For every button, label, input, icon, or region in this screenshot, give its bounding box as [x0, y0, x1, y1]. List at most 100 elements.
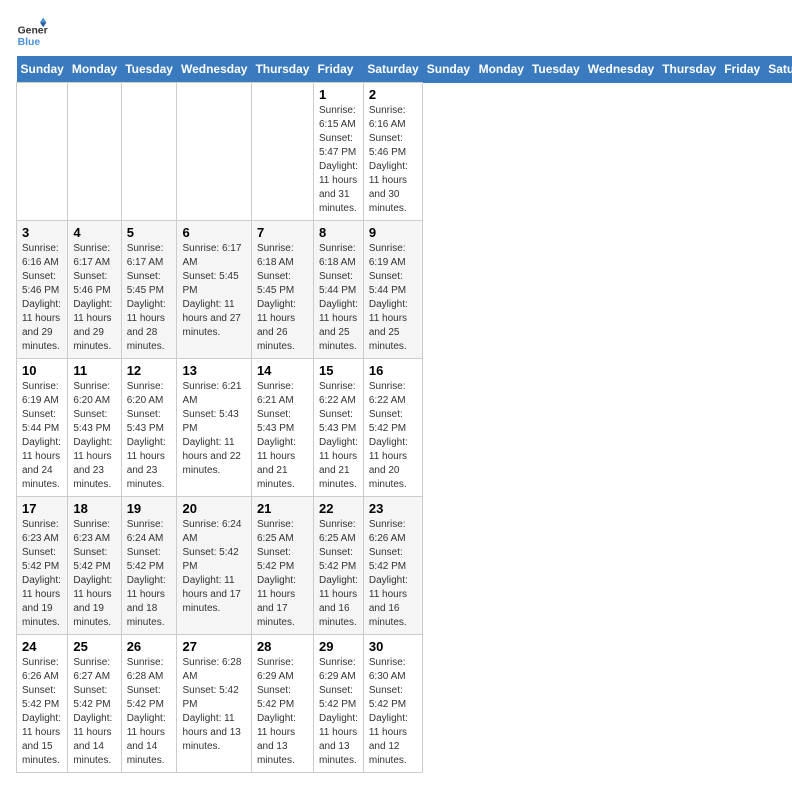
calendar-table: SundayMondayTuesdayWednesdayThursdayFrid… — [16, 56, 792, 773]
calendar-cell: 27Sunrise: 6:28 AM Sunset: 5:42 PM Dayli… — [177, 635, 251, 773]
calendar-cell: 4 Sunrise: 6:17 AM Sunset: 5:46 PM Daylig… — [68, 221, 121, 359]
day-number: 30 — [369, 639, 417, 654]
day-number: 4 — [73, 225, 115, 240]
day-number: 27 — [182, 639, 245, 654]
day-number: 2 — [369, 87, 417, 102]
calendar-cell — [251, 83, 313, 221]
calendar-cell: 1Sunrise: 6:15 AM Sunset: 5:47 PM Daylig… — [313, 83, 363, 221]
calendar-cell — [121, 83, 177, 221]
calendar-cell: 28 Sunrise: 6:29 AM Sunset: 5:42 PM Dayli… — [251, 635, 313, 773]
day-info: Sunrise: 6:18 AM Sunset: 5:45 PM Dayligh… — [257, 242, 308, 354]
week-row-2: 3Sunrise: 6:16 AM Sunset: 5:46 PM Daylig… — [17, 221, 792, 359]
col-header-sunday: Sunday — [17, 56, 68, 83]
day-info: Sunrise: 6:22 AM Sunset: 5:42 PM Dayligh… — [369, 380, 417, 492]
calendar-cell: 17 Sunrise: 6:23 AM Sunset: 5:42 PM Dayli… — [17, 497, 68, 635]
day-info: Sunrise: 6:16 AM Sunset: 5:46 PM Dayligh… — [369, 104, 417, 216]
day-info: Sunrise: 6:17 AM Sunset: 5:46 PM Dayligh… — [73, 242, 115, 354]
calendar-cell: 10 Sunrise: 6:19 AM Sunset: 5:44 PM Dayli… — [17, 359, 68, 497]
calendar-cell: 8Sunrise: 6:18 AM Sunset: 5:44 PM Daylig… — [313, 221, 363, 359]
day-info: Sunrise: 6:21 AM Sunset: 5:43 PM Dayligh… — [182, 380, 245, 478]
col-header-saturday: Saturday — [764, 56, 792, 83]
calendar-cell: 26 Sunrise: 6:28 AM Sunset: 5:42 PM Dayli… — [121, 635, 177, 773]
col-header-wednesday: Wednesday — [177, 56, 251, 83]
day-number: 14 — [257, 363, 308, 378]
calendar-cell — [17, 83, 68, 221]
week-row-1: 1Sunrise: 6:15 AM Sunset: 5:47 PM Daylig… — [17, 83, 792, 221]
week-row-3: 10 Sunrise: 6:19 AM Sunset: 5:44 PM Dayli… — [17, 359, 792, 497]
day-number: 26 — [127, 639, 172, 654]
logo-icon: General Blue — [16, 16, 48, 48]
day-number: 6 — [182, 225, 245, 240]
header: General Blue — [16, 16, 776, 48]
calendar-cell: 25 Sunrise: 6:27 AM Sunset: 5:42 PM Dayli… — [68, 635, 121, 773]
day-number: 20 — [182, 501, 245, 516]
col-header-wednesday: Wednesday — [584, 56, 658, 83]
day-number: 16 — [369, 363, 417, 378]
day-info: Sunrise: 6:17 AM Sunset: 5:45 PM Dayligh… — [127, 242, 172, 354]
day-info: Sunrise: 6:29 AM Sunset: 5:42 PM Dayligh… — [319, 656, 358, 768]
day-info: Sunrise: 6:27 AM Sunset: 5:42 PM Dayligh… — [73, 656, 115, 768]
day-number: 13 — [182, 363, 245, 378]
calendar-cell: 2 Sunrise: 6:16 AM Sunset: 5:46 PM Daylig… — [363, 83, 422, 221]
col-header-tuesday: Tuesday — [121, 56, 177, 83]
calendar-cell: 5 Sunrise: 6:17 AM Sunset: 5:45 PM Daylig… — [121, 221, 177, 359]
day-info: Sunrise: 6:20 AM Sunset: 5:43 PM Dayligh… — [73, 380, 115, 492]
day-info: Sunrise: 6:19 AM Sunset: 5:44 PM Dayligh… — [369, 242, 417, 354]
day-number: 17 — [22, 501, 62, 516]
day-info: Sunrise: 6:21 AM Sunset: 5:43 PM Dayligh… — [257, 380, 308, 492]
calendar-cell: 3Sunrise: 6:16 AM Sunset: 5:46 PM Daylig… — [17, 221, 68, 359]
calendar-cell: 11 Sunrise: 6:20 AM Sunset: 5:43 PM Dayli… — [68, 359, 121, 497]
day-number: 7 — [257, 225, 308, 240]
col-header-saturday: Saturday — [363, 56, 422, 83]
day-number: 25 — [73, 639, 115, 654]
week-row-5: 24Sunrise: 6:26 AM Sunset: 5:42 PM Dayli… — [17, 635, 792, 773]
day-info: Sunrise: 6:17 AM Sunset: 5:45 PM Dayligh… — [182, 242, 245, 340]
day-info: Sunrise: 6:28 AM Sunset: 5:42 PM Dayligh… — [127, 656, 172, 768]
col-header-friday: Friday — [313, 56, 363, 83]
svg-text:Blue: Blue — [18, 37, 41, 48]
day-info: Sunrise: 6:25 AM Sunset: 5:42 PM Dayligh… — [319, 518, 358, 630]
calendar-cell: 14 Sunrise: 6:21 AM Sunset: 5:43 PM Dayli… — [251, 359, 313, 497]
col-header-thursday: Thursday — [251, 56, 313, 83]
day-number: 3 — [22, 225, 62, 240]
day-number: 28 — [257, 639, 308, 654]
day-info: Sunrise: 6:24 AM Sunset: 5:42 PM Dayligh… — [182, 518, 245, 616]
calendar-cell: 21 Sunrise: 6:25 AM Sunset: 5:42 PM Dayli… — [251, 497, 313, 635]
day-info: Sunrise: 6:19 AM Sunset: 5:44 PM Dayligh… — [22, 380, 62, 492]
calendar-cell: 24Sunrise: 6:26 AM Sunset: 5:42 PM Dayli… — [17, 635, 68, 773]
calendar-cell: 19Sunrise: 6:24 AM Sunset: 5:42 PM Dayli… — [121, 497, 177, 635]
day-info: Sunrise: 6:20 AM Sunset: 5:43 PM Dayligh… — [127, 380, 172, 492]
day-info: Sunrise: 6:25 AM Sunset: 5:42 PM Dayligh… — [257, 518, 308, 630]
day-info: Sunrise: 6:30 AM Sunset: 5:42 PM Dayligh… — [369, 656, 417, 768]
col-header-thursday: Thursday — [658, 56, 720, 83]
calendar-cell: 12Sunrise: 6:20 AM Sunset: 5:43 PM Dayli… — [121, 359, 177, 497]
day-info: Sunrise: 6:26 AM Sunset: 5:42 PM Dayligh… — [369, 518, 417, 630]
day-number: 1 — [319, 87, 358, 102]
day-number: 10 — [22, 363, 62, 378]
day-number: 8 — [319, 225, 358, 240]
col-header-sunday: Sunday — [423, 56, 475, 83]
day-number: 11 — [73, 363, 115, 378]
day-number: 21 — [257, 501, 308, 516]
calendar-cell: 30 Sunrise: 6:30 AM Sunset: 5:42 PM Dayli… — [363, 635, 422, 773]
col-header-monday: Monday — [68, 56, 121, 83]
calendar-cell: 15 Sunrise: 6:22 AM Sunset: 5:43 PM Dayli… — [313, 359, 363, 497]
logo: General Blue — [16, 16, 48, 48]
day-number: 22 — [319, 501, 358, 516]
calendar-cell: 6 Sunrise: 6:17 AM Sunset: 5:45 PM Daylig… — [177, 221, 251, 359]
calendar-cell: 23 Sunrise: 6:26 AM Sunset: 5:42 PM Dayli… — [363, 497, 422, 635]
day-number: 15 — [319, 363, 358, 378]
calendar-cell: 7 Sunrise: 6:18 AM Sunset: 5:45 PM Daylig… — [251, 221, 313, 359]
day-number: 5 — [127, 225, 172, 240]
day-info: Sunrise: 6:29 AM Sunset: 5:42 PM Dayligh… — [257, 656, 308, 768]
calendar-header-row: SundayMondayTuesdayWednesdayThursdayFrid… — [17, 56, 792, 83]
calendar-cell: 22 Sunrise: 6:25 AM Sunset: 5:42 PM Dayli… — [313, 497, 363, 635]
day-number: 19 — [127, 501, 172, 516]
day-number: 24 — [22, 639, 62, 654]
day-number: 23 — [369, 501, 417, 516]
day-number: 18 — [73, 501, 115, 516]
day-info: Sunrise: 6:23 AM Sunset: 5:42 PM Dayligh… — [22, 518, 62, 630]
day-info: Sunrise: 6:23 AM Sunset: 5:42 PM Dayligh… — [73, 518, 115, 630]
day-info: Sunrise: 6:22 AM Sunset: 5:43 PM Dayligh… — [319, 380, 358, 492]
calendar-cell: 20 Sunrise: 6:24 AM Sunset: 5:42 PM Dayli… — [177, 497, 251, 635]
